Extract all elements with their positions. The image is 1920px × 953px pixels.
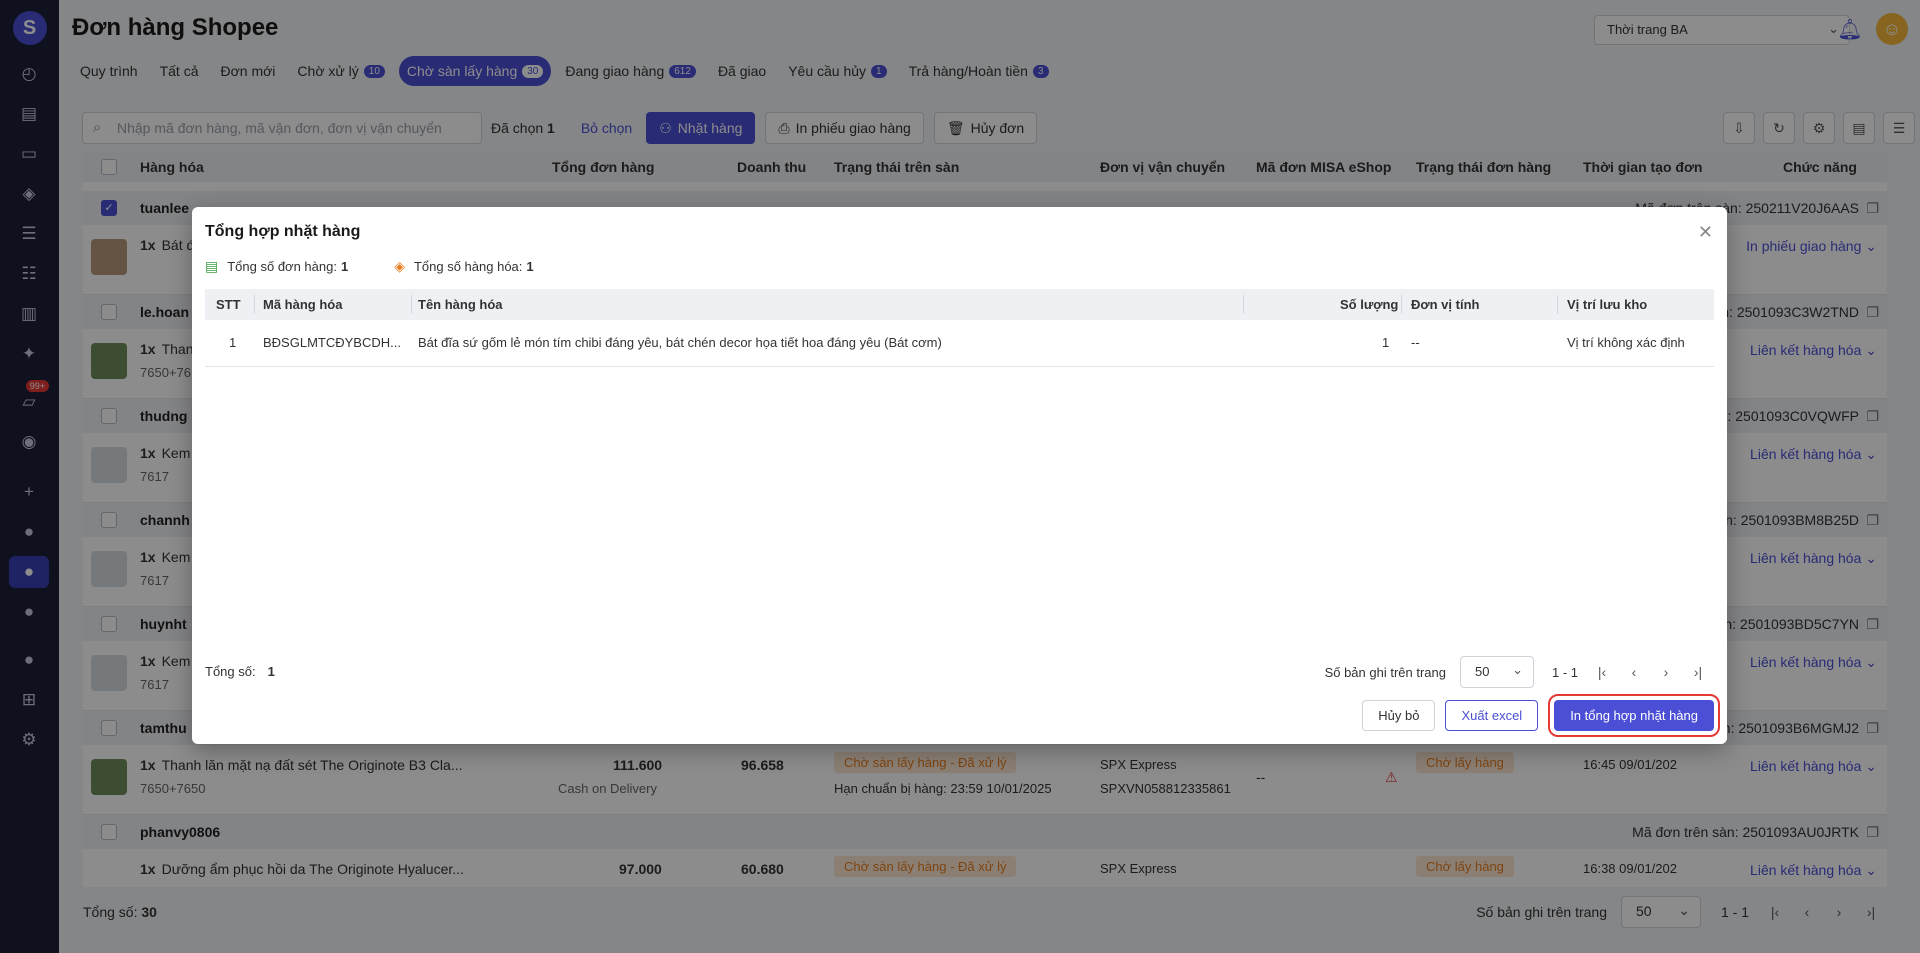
- pick-table: STT Mã hàng hóa Tên hàng hóa Số lượng Đơ…: [205, 289, 1714, 367]
- first-page-icon[interactable]: |‹: [1586, 664, 1618, 680]
- export-excel-button[interactable]: Xuất excel: [1445, 700, 1539, 731]
- modal-stats: ▤ Tổng số đơn hàng: 1 ◈ Tổng số hàng hóa: 1: [205, 258, 580, 275]
- col-ma-hang-hoa: Mã hàng hóa: [263, 297, 343, 312]
- stat-orders: ▤ Tổng số đơn hàng: 1: [205, 258, 348, 275]
- cancel-button[interactable]: Hủy bỏ: [1362, 700, 1436, 731]
- next-page-icon[interactable]: ›: [1650, 664, 1682, 680]
- prev-page-icon[interactable]: ‹: [1618, 664, 1650, 680]
- modal-actions: Hủy bỏ Xuất excel In tổng hợp nhặt hàng: [1352, 694, 1720, 737]
- row-location: Vị trí không xác định: [1567, 335, 1685, 350]
- stat-orders-value: 1: [340, 259, 349, 274]
- col-so-luong: Số lượng: [1340, 297, 1399, 312]
- modal-per-page-value: 50: [1474, 664, 1490, 679]
- column-divider: [1557, 295, 1558, 314]
- table-row: 1 BĐSGLMTCĐYBCDH... Bát đĩa sứ gốm lẻ mó…: [205, 320, 1714, 367]
- pick-summary-modal: Tổng hợp nhặt hàng ✕ ▤ Tổng số đơn hàng: 1…: [192, 207, 1727, 744]
- modal-total-label: Tổng số:: [205, 664, 256, 679]
- col-stt: STT: [216, 297, 241, 312]
- stat-orders-label: Tổng số đơn hàng:: [227, 259, 337, 274]
- column-divider: [1243, 295, 1244, 314]
- row-unit: --: [1411, 335, 1420, 350]
- row-stt: 1: [229, 335, 237, 350]
- modal-total-value: 1: [267, 664, 275, 679]
- modal-per-page-select[interactable]: 50 ⌄: [1459, 656, 1534, 688]
- row-product-name: Bát đĩa sứ gốm lẻ món tím chibi đáng yêu…: [418, 335, 942, 350]
- box-icon: ◈: [394, 258, 405, 274]
- clipboard-icon: ▤: [205, 258, 219, 274]
- modal-page-range: 1 - 1: [1551, 664, 1578, 680]
- column-divider: [254, 295, 255, 314]
- chevron-down-icon: ⌄: [1512, 662, 1523, 677]
- print-pick-summary-button[interactable]: In tổng hợp nhặt hàng: [1548, 694, 1720, 737]
- modal-title: Tổng hợp nhặt hàng: [205, 223, 361, 240]
- col-vi-tri-luu-kho: Vị trí lưu kho: [1567, 297, 1648, 312]
- modal-total: Tổng số: 1: [205, 664, 275, 679]
- stat-items-label: Tổng số hàng hóa:: [413, 259, 523, 274]
- col-don-vi-tinh: Đơn vị tính: [1411, 297, 1480, 312]
- close-icon[interactable]: ✕: [1698, 222, 1713, 243]
- modal-pagination: Số bản ghi trên trang 50 ⌄ 1 - 1 |‹ ‹ › ›…: [1325, 656, 1714, 688]
- column-divider: [411, 295, 412, 314]
- pick-table-header: STT Mã hàng hóa Tên hàng hóa Số lượng Đơ…: [205, 289, 1714, 320]
- column-divider: [1401, 295, 1402, 314]
- stat-items: ◈ Tổng số hàng hóa: 1: [394, 258, 533, 275]
- row-sku: BĐSGLMTCĐYBCDH...: [263, 335, 401, 350]
- modal-per-page-label: Số bản ghi trên trang: [1324, 664, 1446, 680]
- stat-items-value: 1: [526, 259, 534, 274]
- last-page-icon[interactable]: ›|: [1682, 664, 1714, 680]
- col-ten-hang-hoa: Tên hàng hóa: [418, 297, 503, 312]
- row-qty: 1: [1382, 335, 1390, 350]
